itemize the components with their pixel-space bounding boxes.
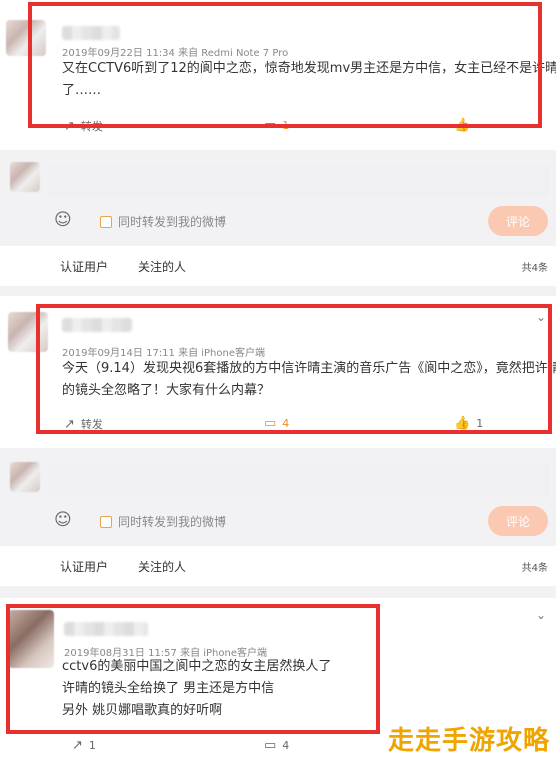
emoji-icon[interactable]: ☺ bbox=[54, 210, 72, 230]
repost-count: 1 bbox=[88, 739, 96, 752]
comment-text-line: 另外 姚贝娜唱歌真的好听啊 bbox=[62, 703, 223, 718]
comment-text-line: 了…… bbox=[62, 83, 102, 98]
filter-following[interactable]: 关注的人 bbox=[138, 258, 186, 275]
repost-icon: ↗ bbox=[64, 416, 75, 432]
comment-text: 又在CCTV6听到了12的阆中之恋，惊奇地发现mv男主还是方中信，女主已经不是许… bbox=[62, 58, 556, 102]
comment-icon: ▭ bbox=[264, 738, 277, 753]
reply-input[interactable] bbox=[48, 165, 550, 197]
comment-text: cctv6的美丽中国之阆中之恋的女主居然换人了 许晴的镜头全给换了 男主还是方中… bbox=[62, 656, 331, 722]
filter-verified-users[interactable]: 认证用户 bbox=[60, 258, 108, 275]
repost-icon: ↗ bbox=[64, 118, 75, 134]
avatar[interactable] bbox=[8, 312, 48, 352]
comment-meta: 2019年09月14日 17:11 来自 iPhone客户端 bbox=[62, 348, 266, 359]
repost-button[interactable]: ↗ 转发 bbox=[64, 118, 103, 134]
thumb-up-icon: 👍 bbox=[454, 118, 471, 133]
submit-comment-button[interactable]: 评论 bbox=[488, 206, 548, 236]
username[interactable] bbox=[62, 26, 120, 40]
comment-button[interactable]: ▭ 1 bbox=[264, 118, 289, 133]
thumb-up-icon: 👍 bbox=[454, 416, 471, 431]
comment-button[interactable]: ▭ 4 bbox=[264, 738, 289, 753]
comment-text-line: 许晴的镜头全给换了 男主还是方中信 bbox=[62, 681, 275, 696]
comment-meta: 2019年09月22日 11:34 来自 Redmi Note 7 Pro bbox=[62, 48, 289, 59]
reply-area-1: ☺ 同时转发到我的微博 评论 认证用户 关注的人 共4条 bbox=[0, 150, 556, 296]
repost-button[interactable]: ↗ 转发 bbox=[64, 416, 103, 432]
comment-card-2: ⌄ 2019年09月14日 17:11 来自 iPhone客户端 今天（9.14… bbox=[0, 296, 556, 448]
comment-count: 4 bbox=[282, 739, 290, 752]
filter-verified-users[interactable]: 认证用户 bbox=[60, 558, 108, 575]
comment-total-count: 共4条 bbox=[521, 263, 548, 274]
comment-text-line: 又在CCTV6听到了12的阆中之恋，惊奇地发现mv男主还是方中信，女主已经不是许… bbox=[62, 61, 556, 76]
comment-count: 4 bbox=[282, 417, 290, 430]
submit-comment-button[interactable]: 评论 bbox=[488, 506, 548, 536]
comment-button[interactable]: ▭ 4 bbox=[264, 416, 289, 431]
like-count: 1 bbox=[476, 417, 484, 430]
avatar[interactable] bbox=[8, 610, 54, 668]
like-button[interactable]: 👍 bbox=[454, 118, 470, 133]
reply-input[interactable] bbox=[48, 464, 550, 496]
like-button[interactable]: 👍 1 bbox=[454, 416, 483, 431]
emoji-icon[interactable]: ☺ bbox=[54, 510, 72, 530]
comment-text-line: 的镜头全忽略了！大家有什么内幕？ bbox=[62, 383, 271, 398]
chevron-down-icon[interactable]: ⌄ bbox=[536, 310, 546, 324]
comment-text-line: 今天（9.14）发现央视6套播放的方中信许晴主演的音乐广告《阆中之恋》，竟然把许… bbox=[62, 361, 556, 376]
repost-label: 转发 bbox=[80, 120, 103, 133]
comment-text: 今天（9.14）发现央视6套播放的方中信许晴主演的音乐广告《阆中之恋》，竟然把许… bbox=[62, 358, 556, 402]
comment-count: 1 bbox=[282, 119, 290, 132]
repost-button[interactable]: ↗ 1 bbox=[72, 738, 96, 753]
filter-row: 认证用户 关注的人 共4条 bbox=[0, 246, 556, 286]
reply-area-2: ☺ 同时转发到我的微博 评论 认证用户 关注的人 共4条 bbox=[0, 448, 556, 598]
sync-repost-label: 同时转发到我的微博 bbox=[118, 515, 227, 529]
repost-icon: ↗ bbox=[72, 738, 83, 753]
comment-text-line: cctv6的美丽中国之阆中之恋的女主居然换人了 bbox=[62, 659, 332, 674]
chevron-down-icon[interactable]: ⌄ bbox=[536, 608, 546, 622]
avatar[interactable] bbox=[6, 20, 46, 56]
filter-following[interactable]: 关注的人 bbox=[138, 558, 186, 575]
my-avatar bbox=[10, 462, 40, 492]
repost-label: 转发 bbox=[80, 418, 103, 431]
sync-repost-checkbox[interactable] bbox=[100, 216, 112, 228]
comment-icon: ▭ bbox=[264, 118, 277, 133]
sync-repost-label: 同时转发到我的微博 bbox=[118, 215, 227, 229]
comment-card-1: 2019年09月22日 11:34 来自 Redmi Note 7 Pro 又在… bbox=[0, 0, 556, 150]
comment-card-3: ⌄ 2019年08月31日 11:57 来自 iPhone客户端 cctv6的美… bbox=[0, 598, 556, 763]
username[interactable] bbox=[62, 318, 132, 332]
watermark-logo: 走走手游攻略 bbox=[387, 726, 550, 756]
username[interactable] bbox=[64, 622, 148, 636]
comment-icon: ▭ bbox=[264, 416, 277, 431]
filter-row: 认证用户 关注的人 共4条 bbox=[0, 546, 556, 586]
comment-total-count: 共4条 bbox=[521, 563, 548, 574]
sync-repost-checkbox[interactable] bbox=[100, 516, 112, 528]
my-avatar bbox=[10, 162, 40, 192]
